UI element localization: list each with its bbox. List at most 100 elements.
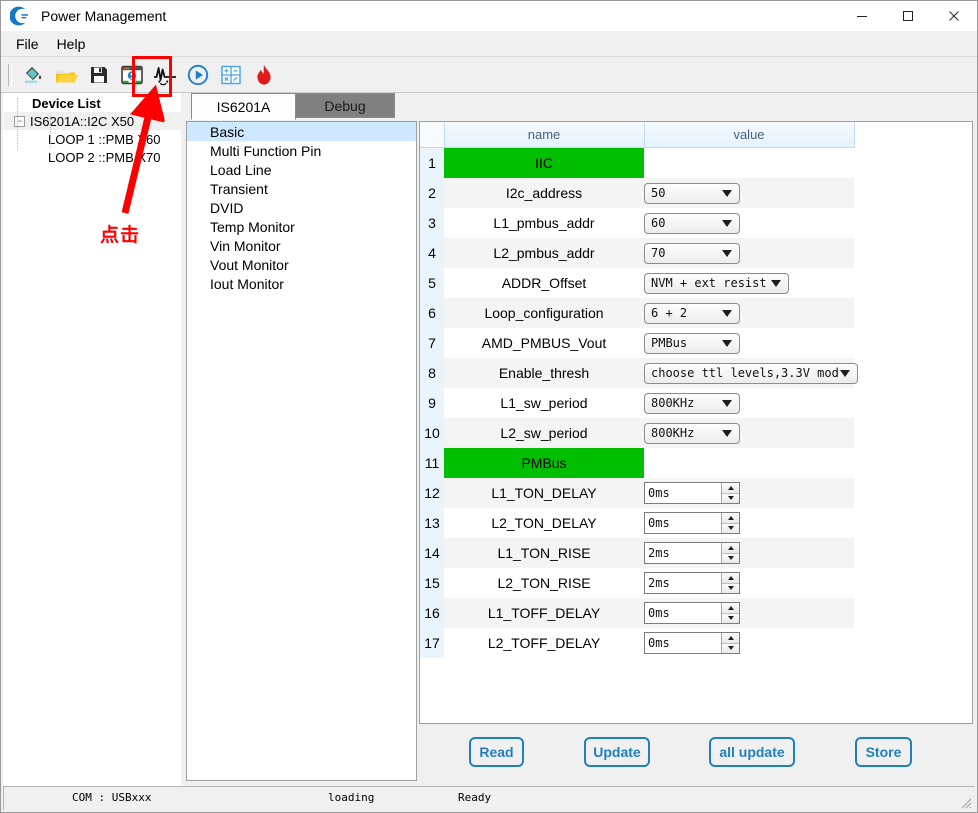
row-index: 6 [420,298,444,328]
spinner-value[interactable]: 0ms [645,483,721,503]
tool-burn[interactable] [249,60,279,90]
spinner-down-icon[interactable] [722,613,739,623]
maximize-button[interactable] [885,1,931,31]
combobox-addr_offset[interactable]: NVM + ext resist [644,272,789,294]
minimize-button[interactable] [839,1,885,31]
nav-item-temp-monitor[interactable]: Temp Monitor [187,217,416,236]
combobox-l2_pmbus_addr[interactable]: 70 [644,242,740,264]
table-row: 2 I2c_address 50 [420,178,854,208]
spinner-buttons [721,633,739,653]
combobox-l2_sw_period[interactable]: 800KHz [644,422,740,444]
spinner-down-icon[interactable] [722,493,739,503]
tool-calculator[interactable] [216,60,246,90]
spinner-up-icon[interactable] [722,483,739,494]
spinner-down-icon[interactable] [722,553,739,563]
combobox-amd_pmbus_vout[interactable]: PMBus [644,332,740,354]
tool-run[interactable] [183,60,213,90]
spinner-l2_toff_delay[interactable]: 0ms [644,632,740,654]
combobox-loop_configuration[interactable]: 6 + 2 [644,302,740,324]
spinner-up-icon[interactable] [722,603,739,614]
tree-item-loop2[interactable]: LOOP 2 ::PMB X70 [4,148,182,166]
chevron-down-icon[interactable] [722,339,732,347]
spinner-down-icon[interactable] [722,643,739,653]
resize-grip-icon[interactable] [958,795,972,809]
spinner-up-icon[interactable] [722,633,739,644]
nav-item-basic[interactable]: Basic [187,122,416,141]
tree-item-label: LOOP 2 ::PMB X70 [48,149,161,165]
tool-device[interactable] [117,60,147,90]
parameter-table-container: name value 1 IIC 2 I2c_address 50 3 L1_pmbus_a… [419,121,973,724]
tree-guide-line [17,98,18,150]
tree-item-device-root[interactable]: − IS6201A::I2C X50 [4,112,182,130]
chevron-down-icon[interactable] [722,189,732,197]
combobox-l1_sw_period[interactable]: 800KHz [644,392,740,414]
row-index: 4 [420,238,444,268]
chevron-down-icon[interactable] [722,399,732,407]
tool-fill[interactable] [18,60,48,90]
spinner-value[interactable]: 0ms [645,603,721,623]
nav-item-vout-monitor[interactable]: Vout Monitor [187,255,416,274]
chevron-down-icon[interactable] [840,369,850,377]
tab-is6201a[interactable]: IS6201A [191,93,296,120]
paint-bucket-icon [21,63,45,87]
chevron-down-icon[interactable] [722,309,732,317]
combobox-enable_thresh[interactable]: choose ttl levels,3.3V mod [644,362,858,384]
spinner-up-icon[interactable] [722,573,739,584]
row-index: 13 [420,508,444,538]
spinner-value[interactable]: 2ms [645,543,721,563]
parameter-value-cell: 2ms [644,538,854,568]
power-crescent-icon [9,5,32,27]
combobox-value: 50 [651,186,666,200]
parameter-name-cell: L2_pmbus_addr [444,238,644,268]
nav-item-dvid[interactable]: DVID [187,198,416,217]
spinner-down-icon[interactable] [722,523,739,533]
parameter-name-cell: L1_TON_RISE [444,538,644,568]
collapse-icon[interactable]: − [14,115,25,127]
tool-open[interactable] [51,60,81,90]
nav-item-iout-monitor[interactable]: Iout Monitor [187,274,416,293]
combobox-value: 800KHz [651,426,695,440]
spinner-l1_ton_delay[interactable]: 0ms [644,482,740,504]
menu-help[interactable]: Help [48,33,95,55]
nav-item-transient[interactable]: Transient [187,179,416,198]
tool-save[interactable] [84,60,114,90]
tab-debug[interactable]: Debug [295,93,395,118]
parameter-value-cell: 0ms [644,478,854,508]
menu-file[interactable]: File [7,33,48,55]
spinner-l2_ton_delay[interactable]: 0ms [644,512,740,534]
parameter-table: name value 1 IIC 2 I2c_address 50 3 L1_pmbus_a… [420,122,858,658]
spinner-l1_ton_rise[interactable]: 2ms [644,542,740,564]
chevron-down-icon[interactable] [722,429,732,437]
spinner-value[interactable]: 2ms [645,573,721,593]
table-header-row: name value [420,122,855,148]
spinner-down-icon[interactable] [722,583,739,593]
parameter-name-cell: L2_TOFF_DELAY [487,635,601,651]
spinner-up-icon[interactable] [722,513,739,524]
nav-item-vin-monitor[interactable]: Vin Monitor [187,236,416,255]
section-header-cell: IIC [444,147,644,178]
store-button[interactable]: Store [855,737,912,767]
read-button[interactable]: Read [469,737,524,767]
combobox-l1_pmbus_addr[interactable]: 60 [644,212,740,234]
spinner-up-icon[interactable] [722,543,739,554]
combobox-value: 800KHz [651,396,695,410]
spinner-value[interactable]: 0ms [645,633,721,653]
combobox-i2c_address[interactable]: 50 [644,182,740,204]
tool-waveform[interactable] [150,60,180,90]
update-button[interactable]: Update [584,737,650,767]
chevron-down-icon[interactable] [771,279,781,287]
table-row: 6 Loop_configuration 6 + 2 [420,298,854,328]
nav-item-load-line[interactable]: Load Line [187,160,416,179]
spinner-value[interactable]: 0ms [645,513,721,533]
nav-item-multi-function-pin[interactable]: Multi Function Pin [187,141,416,160]
spinner-l2_ton_rise[interactable]: 2ms [644,572,740,594]
toolbar-grip[interactable] [8,63,12,86]
all-update-button[interactable]: all update [709,737,795,767]
chevron-down-icon[interactable] [722,249,732,257]
tree-item-loop1[interactable]: LOOP 1 ::PMB X60 [4,130,182,148]
spinner-l1_toff_delay[interactable]: 0ms [644,602,740,624]
chevron-down-icon[interactable] [722,219,732,227]
close-button[interactable] [931,1,977,31]
table-row: 14 L1_TON_RISE 2ms [420,538,854,568]
row-index: 16 [420,598,444,628]
